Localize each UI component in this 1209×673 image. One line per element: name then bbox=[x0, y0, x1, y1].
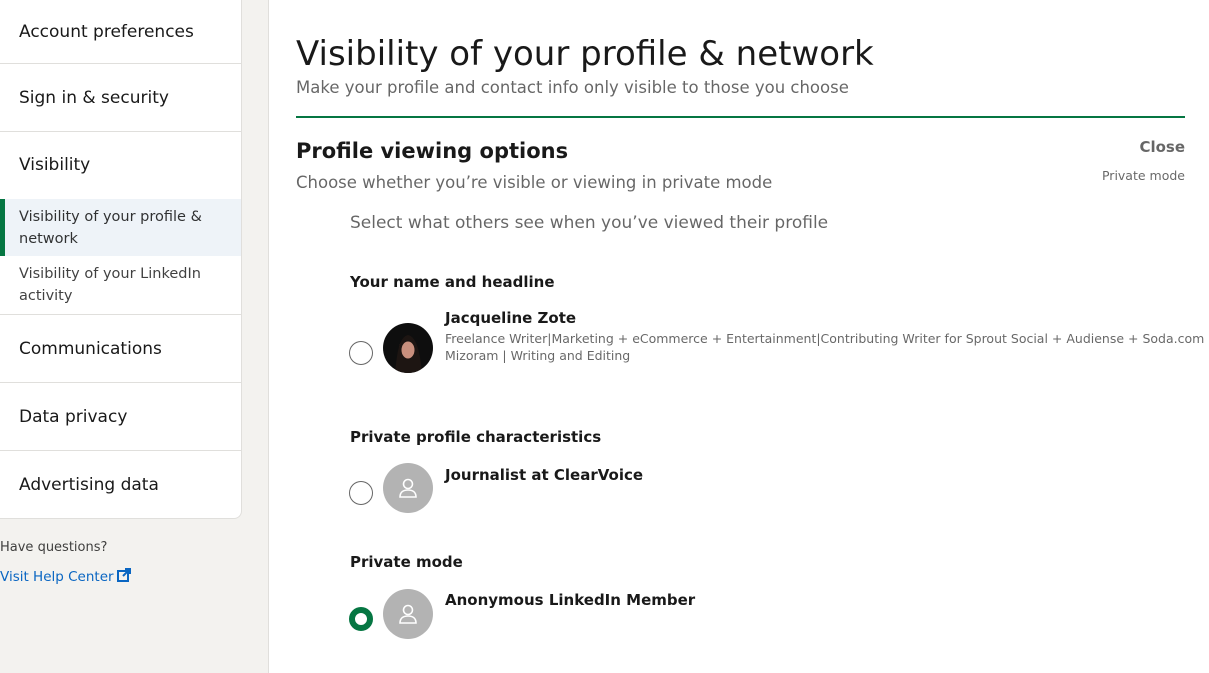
settings-nav-card: Account preferences Sign in & security V… bbox=[0, 0, 242, 519]
nav-sign-in-security[interactable]: Sign in & security bbox=[0, 64, 241, 131]
nav-data-privacy[interactable]: Data privacy bbox=[0, 383, 241, 450]
person-placeholder-icon bbox=[383, 463, 433, 513]
help-center-link-label: Visit Help Center bbox=[0, 569, 114, 585]
member-headline: Freelance Writer|Marketing + eCommerce +… bbox=[445, 331, 1205, 346]
page-subtitle: Make your profile and contact info only … bbox=[296, 78, 849, 97]
nav-communications[interactable]: Communications bbox=[0, 315, 241, 382]
option-label-private-characteristics: Private profile characteristics bbox=[350, 428, 602, 446]
radio-private-mode[interactable] bbox=[349, 607, 373, 631]
anonymous-member-text: Anonymous LinkedIn Member bbox=[445, 591, 696, 609]
nav-visibility[interactable]: Visibility bbox=[0, 132, 241, 198]
external-link-icon bbox=[116, 568, 131, 586]
nav-sub-visibility-linkedin-activity[interactable]: Visibility of your LinkedIn activity bbox=[0, 257, 241, 313]
page-title: Visibility of your profile & network bbox=[296, 34, 874, 74]
current-setting-value: Private mode bbox=[1101, 168, 1185, 183]
section-title: Profile viewing options bbox=[296, 139, 569, 163]
help-question-text: Have questions? bbox=[0, 540, 108, 555]
member-name: Jacqueline Zote bbox=[445, 309, 577, 327]
close-button[interactable]: Close bbox=[1139, 138, 1185, 156]
radio-name-headline[interactable] bbox=[349, 341, 373, 365]
nav-sub-visibility-profile-network[interactable]: Visibility of your profile & network bbox=[0, 199, 241, 256]
nav-advertising-data[interactable]: Advertising data bbox=[0, 451, 241, 518]
radio-private-characteristics[interactable] bbox=[349, 481, 373, 505]
section-description: Choose whether you’re visible or viewing… bbox=[296, 173, 773, 192]
settings-sidebar: Account preferences Sign in & security V… bbox=[0, 0, 269, 673]
private-characteristics-text: Journalist at ClearVoice bbox=[445, 466, 644, 484]
help-center-link[interactable]: Visit Help Center bbox=[0, 568, 131, 586]
option-label-private-mode: Private mode bbox=[350, 553, 463, 571]
title-divider bbox=[296, 116, 1185, 118]
person-placeholder-icon bbox=[383, 589, 433, 639]
option-prompt: Select what others see when you’ve viewe… bbox=[350, 213, 829, 233]
avatar bbox=[383, 323, 433, 373]
option-label-name-headline: Your name and headline bbox=[350, 273, 555, 291]
nav-account-preferences[interactable]: Account preferences bbox=[0, 0, 241, 63]
member-location: Mizoram | Writing and Editing bbox=[445, 348, 631, 363]
